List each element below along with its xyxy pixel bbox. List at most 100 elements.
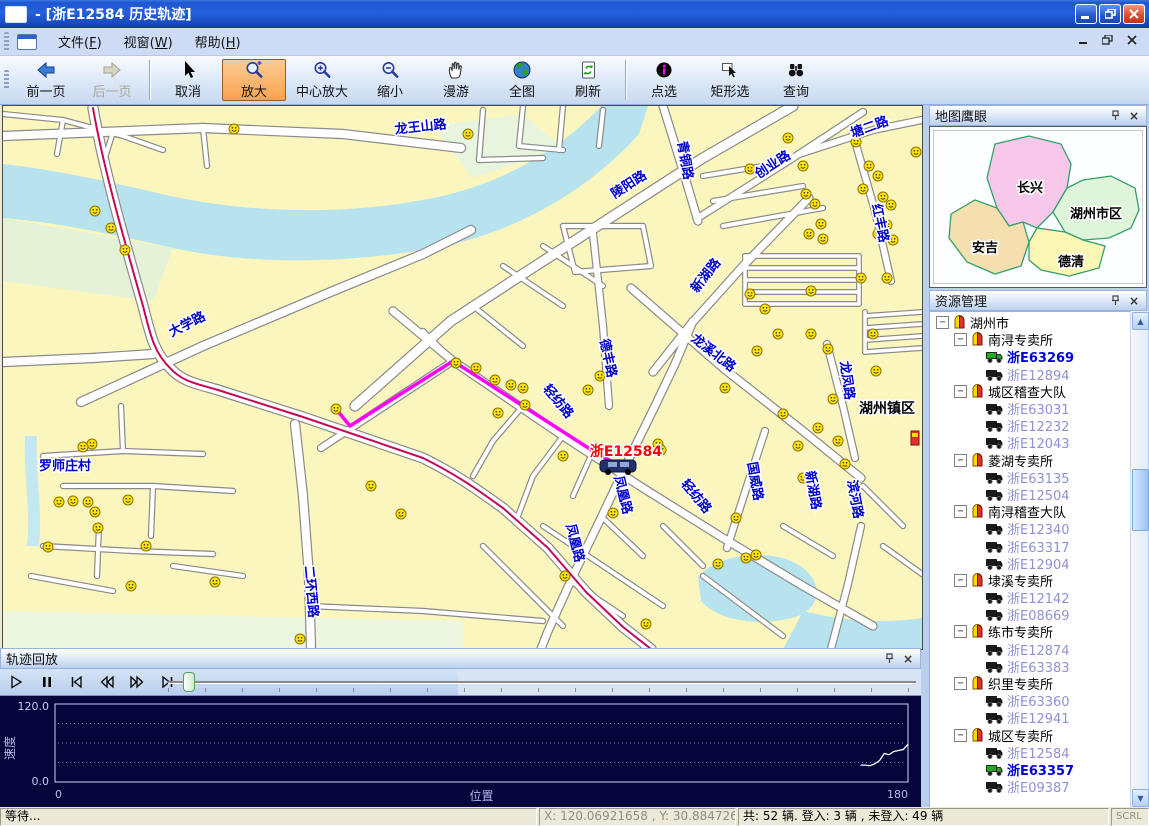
scroll-down-button[interactable]: ▼	[1132, 789, 1149, 807]
toolbar-button-zoom-out[interactable]: 缩小	[358, 59, 422, 101]
toolbar-button-cancel-cursor[interactable]: 取消	[156, 59, 220, 101]
minimize-button[interactable]	[1075, 4, 1097, 24]
expand-collapse-box[interactable]: −	[954, 677, 967, 690]
vehicle-marker-smiley[interactable]	[745, 289, 755, 299]
tree-item-vehicle[interactable]: 浙E63317	[930, 537, 1128, 554]
mdi-restore-button[interactable]	[1102, 34, 1113, 49]
tree-item-root[interactable]: − 湖州市	[930, 314, 1128, 331]
tree-item-vehicle[interactable]: 浙E63269	[930, 348, 1128, 365]
vehicle-marker-smiley[interactable]	[818, 234, 828, 244]
toolbar-button-query-binoculars[interactable]: 查询	[764, 59, 828, 101]
tree-item-vehicle[interactable]: 浙E12941	[930, 709, 1128, 726]
vehicle-marker-smiley[interactable]	[886, 200, 896, 210]
vehicle-marker-smiley[interactable]	[823, 344, 833, 354]
vehicle-marker-smiley[interactable]	[816, 219, 826, 229]
tree-item-vehicle[interactable]: 浙E12232	[930, 417, 1128, 434]
vehicle-marker-smiley[interactable]	[864, 161, 874, 171]
vehicle-marker-smiley[interactable]	[783, 133, 793, 143]
map-canvas[interactable]: 龙王山路青铜路陵阳路创业路塘二路红丰路新湖路大学路德丰路龙溪北路轻纺路轻纺路凤凰…	[3, 106, 922, 649]
expand-collapse-box[interactable]: −	[954, 729, 967, 742]
toolbar-button-refresh[interactable]: 刷新	[556, 59, 620, 101]
vehicle-marker-smiley[interactable]	[882, 273, 892, 283]
toolbar-button-prev-page[interactable]: 前一页	[14, 59, 78, 101]
playback-rewind-button[interactable]	[94, 671, 120, 693]
vehicle-marker-smiley[interactable]	[295, 634, 305, 644]
tree-item-vehicle[interactable]: 浙E63135	[930, 469, 1128, 486]
vehicle-marker-smiley[interactable]	[210, 577, 220, 587]
vehicle-marker-smiley[interactable]	[641, 619, 651, 629]
pin-icon[interactable]	[1109, 294, 1123, 308]
expand-collapse-box[interactable]: −	[954, 333, 967, 346]
vehicle-marker-smiley[interactable]	[873, 171, 883, 181]
tree-item-vehicle[interactable]: 浙E08669	[930, 606, 1128, 623]
vehicle-marker-smiley[interactable]	[801, 189, 811, 199]
pin-icon[interactable]	[883, 652, 897, 666]
toolbar-button-point-select[interactable]: 点选	[632, 59, 696, 101]
vehicle-marker-smiley[interactable]	[856, 273, 866, 283]
vehicle-marker-smiley[interactable]	[83, 497, 93, 507]
vehicle-marker-smiley[interactable]	[518, 383, 528, 393]
eagle-eye-map[interactable]: 长兴湖州市区安吉德清	[929, 126, 1147, 288]
close-button[interactable]	[1123, 4, 1145, 24]
toolbar-button-zoom-in[interactable]: 放大	[222, 59, 286, 101]
vehicle-marker-smiley[interactable]	[120, 245, 130, 255]
pin-icon[interactable]	[1109, 109, 1123, 123]
tree-item-vehicle[interactable]: 浙E63357	[930, 761, 1128, 778]
vehicle-marker-smiley[interactable]	[68, 496, 78, 506]
vehicle-marker-smiley[interactable]	[911, 147, 921, 157]
vehicle-marker-smiley[interactable]	[126, 581, 136, 591]
scroll-thumb[interactable]	[1132, 469, 1149, 531]
tree-item-group[interactable]: − 城区稽查大队	[930, 383, 1128, 400]
toolbar-button-full-extent-globe[interactable]: 全图	[490, 59, 554, 101]
vehicle-marker-smiley[interactable]	[806, 329, 816, 339]
tree-item-vehicle[interactable]: 浙E12584	[930, 744, 1128, 761]
vehicle-marker-smiley[interactable]	[871, 366, 881, 376]
scroll-up-button[interactable]: ▲	[1132, 312, 1149, 330]
tree-item-vehicle[interactable]: 浙E12142	[930, 589, 1128, 606]
toolbar-button-rect-select[interactable]: 矩形选	[698, 59, 762, 101]
tree-item-vehicle[interactable]: 浙E12504	[930, 486, 1128, 503]
vehicle-marker-smiley[interactable]	[106, 223, 116, 233]
vehicle-marker-smiley[interactable]	[778, 409, 788, 419]
vehicle-marker-smiley[interactable]	[828, 394, 838, 404]
vehicle-marker-smiley[interactable]	[833, 436, 843, 446]
tree-item-vehicle[interactable]: 浙E63360	[930, 692, 1128, 709]
tree-item-group[interactable]: − 织里专卖所	[930, 675, 1128, 692]
playback-slider-track[interactable]	[168, 681, 916, 684]
vehicle-marker-smiley[interactable]	[471, 363, 481, 373]
vehicle-marker-smiley[interactable]	[87, 439, 97, 449]
toolbar-button-zoom-center[interactable]: 中心放大	[288, 59, 356, 101]
expand-collapse-box[interactable]: −	[954, 454, 967, 467]
vehicle-marker-smiley[interactable]	[396, 509, 406, 519]
vehicle-marker-smiley[interactable]	[90, 507, 100, 517]
toolbar-button-pan-hand[interactable]: 漫游	[424, 59, 488, 101]
vehicle-marker-smiley[interactable]	[720, 383, 730, 393]
tree-item-group[interactable]: − 埭溪专卖所	[930, 572, 1128, 589]
menubar-grip[interactable]	[4, 32, 9, 52]
menu-item-0[interactable]: 文件(F)	[47, 28, 113, 55]
vehicle-marker-smiley[interactable]	[752, 346, 762, 356]
vehicle-marker-smiley[interactable]	[490, 375, 500, 385]
vehicle-marker-smiley[interactable]	[520, 400, 530, 410]
expand-collapse-box[interactable]: −	[954, 505, 967, 518]
vehicle-marker-smiley[interactable]	[43, 542, 53, 552]
tree-item-vehicle[interactable]: 浙E12904	[930, 555, 1128, 572]
toolbar-button-next-page[interactable]: 后一页	[80, 59, 144, 101]
mdi-document-icon[interactable]	[17, 34, 37, 50]
vehicle-marker-smiley[interactable]	[868, 329, 878, 339]
playback-fast-forward-button[interactable]	[124, 671, 150, 693]
tree-item-vehicle[interactable]: 浙E63383	[930, 658, 1128, 675]
playback-skip-start-button[interactable]	[64, 671, 90, 693]
vehicle-marker-smiley[interactable]	[229, 124, 239, 134]
tree-item-group[interactable]: − 练市专卖所	[930, 623, 1128, 640]
vehicle-marker-smiley[interactable]	[760, 304, 770, 314]
menu-item-2[interactable]: 帮助(H)	[184, 28, 252, 55]
tree-item-group[interactable]: − 南浔专卖所	[930, 331, 1128, 348]
menu-item-1[interactable]: 视窗(W)	[113, 28, 184, 55]
vehicle-marker-smiley[interactable]	[731, 513, 741, 523]
close-icon[interactable]: ×	[1127, 109, 1141, 123]
tree-item-vehicle[interactable]: 浙E12894	[930, 366, 1128, 383]
vehicle-marker-smiley[interactable]	[858, 184, 868, 194]
tree-item-vehicle[interactable]: 浙E12874	[930, 641, 1128, 658]
playback-pause-button[interactable]	[34, 671, 60, 693]
